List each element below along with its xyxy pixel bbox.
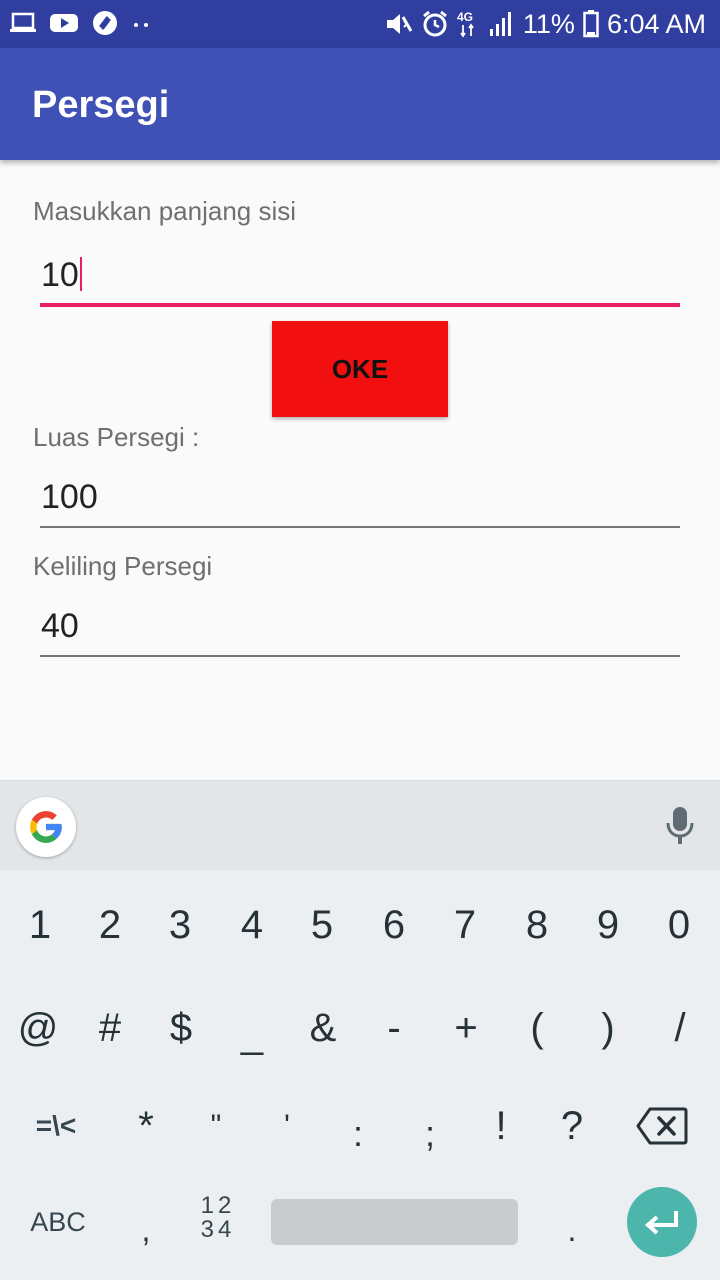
key-slash[interactable]: / xyxy=(644,1000,716,1056)
perimeter-output-field[interactable]: 40 xyxy=(40,603,680,657)
key-ampersand[interactable]: & xyxy=(287,1000,359,1056)
network-4g-icon: 4G xyxy=(457,9,481,39)
key-hash[interactable]: # xyxy=(74,1000,146,1056)
area-label: Luas Persegi : xyxy=(33,422,200,452)
status-bar: 4G 11% 6:04 AM xyxy=(0,0,720,48)
key-single-quote[interactable]: ' xyxy=(251,1100,323,1152)
enter-icon xyxy=(644,1211,678,1235)
key-exclamation[interactable]: ! xyxy=(465,1100,537,1152)
numpad-label-top: 12 xyxy=(200,1192,236,1219)
side-length-input[interactable]: 10 xyxy=(40,252,680,307)
key-7[interactable]: 7 xyxy=(429,898,501,952)
battery-icon xyxy=(583,10,599,38)
key-9[interactable]: 9 xyxy=(572,898,644,952)
microphone-icon[interactable] xyxy=(662,805,698,850)
key-underscore[interactable]: _ xyxy=(216,1006,288,1062)
perimeter-underline xyxy=(40,655,680,657)
enter-key[interactable] xyxy=(627,1187,697,1257)
key-comma[interactable]: , xyxy=(110,1204,182,1256)
screen: 4G 11% 6:04 AM Persegi Masukkan panjang … xyxy=(0,0,720,1280)
area-underline xyxy=(40,526,680,528)
key-2[interactable]: 2 xyxy=(74,898,146,952)
key-minus[interactable]: - xyxy=(358,1000,430,1056)
area-output-field[interactable]: 100 xyxy=(40,474,680,528)
key-4[interactable]: 4 xyxy=(216,898,288,952)
youtube-icon xyxy=(50,12,78,34)
app-title: Persegi xyxy=(32,84,170,126)
clock-time: 6:04 AM xyxy=(606,8,706,39)
side-length-underline xyxy=(40,303,680,307)
key-plus[interactable]: + xyxy=(430,1000,502,1056)
perimeter-label: Keliling Persegi xyxy=(33,551,213,581)
key-0[interactable]: 0 xyxy=(643,898,715,952)
key-5[interactable]: 5 xyxy=(286,898,358,952)
key-6[interactable]: 6 xyxy=(358,898,430,952)
key-question[interactable]: ? xyxy=(536,1100,608,1152)
oke-button[interactable]: OKE xyxy=(272,321,448,417)
key-at[interactable]: @ xyxy=(2,1000,74,1056)
area-value: 100 xyxy=(41,478,98,516)
svg-text:4G: 4G xyxy=(457,10,473,24)
key-more-symbols[interactable]: =\< xyxy=(20,1100,92,1152)
perimeter-value: 40 xyxy=(41,607,79,645)
key-open-paren[interactable]: ( xyxy=(501,1000,573,1056)
space-key[interactable] xyxy=(271,1199,518,1245)
backspace-key[interactable] xyxy=(626,1100,698,1152)
alarm-icon xyxy=(421,10,449,38)
key-numpad[interactable]: 12 34 xyxy=(190,1194,246,1242)
more-dots-icon xyxy=(132,12,152,34)
signal-icon xyxy=(489,10,515,38)
keyboard-toolbar xyxy=(0,780,720,870)
text-cursor xyxy=(79,257,82,291)
backspace-icon xyxy=(636,1107,688,1145)
google-icon[interactable] xyxy=(16,797,76,857)
key-3[interactable]: 3 xyxy=(144,898,216,952)
mute-vibrate-icon xyxy=(385,11,413,37)
key-double-quote[interactable]: " xyxy=(180,1100,252,1152)
laptop-icon xyxy=(10,12,36,34)
key-dollar[interactable]: $ xyxy=(145,1000,217,1056)
key-asterisk[interactable]: * xyxy=(110,1100,182,1152)
numpad-label-bottom: 34 xyxy=(200,1216,236,1243)
shazam-icon xyxy=(92,10,118,36)
key-1[interactable]: 1 xyxy=(4,898,76,952)
key-period[interactable]: . xyxy=(536,1204,608,1256)
battery-percent: 11% xyxy=(522,8,575,39)
key-close-paren[interactable]: ) xyxy=(572,1000,644,1056)
side-length-label: Masukkan panjang sisi xyxy=(33,196,297,226)
key-8[interactable]: 8 xyxy=(501,898,573,952)
side-length-value: 10 xyxy=(41,256,79,294)
key-abc[interactable]: ABC xyxy=(18,1198,98,1246)
key-semicolon[interactable]: ; xyxy=(394,1108,466,1160)
app-bar: Persegi xyxy=(0,48,720,160)
key-colon[interactable]: : xyxy=(322,1108,394,1160)
